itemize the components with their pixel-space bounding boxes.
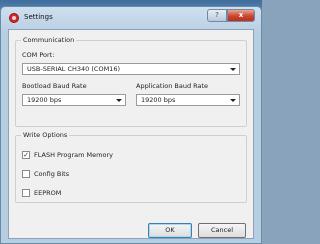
window-title: Settings [24, 13, 53, 21]
bootload-baud-label: Bootload Baud Rate [22, 82, 87, 90]
write-options-group: Write Options ✓ FLASH Program Memory Con… [15, 131, 247, 203]
help-button[interactable]: ? [207, 9, 227, 22]
close-button[interactable]: x [227, 9, 255, 22]
bootload-baud-select[interactable]: 19200 bps [22, 94, 126, 106]
flash-program-memory-label: FLASH Program Memory [34, 151, 113, 159]
communication-group: Communication COM Port: USB-SERIAL CH340… [15, 36, 247, 127]
com-port-select[interactable]: USB-SERIAL CH340 (COM16) [22, 63, 240, 75]
chevron-down-icon [116, 99, 122, 102]
com-port-label: COM Port: [22, 51, 55, 59]
settings-dialog: Settings ? x Communication COM Port: USB… [0, 6, 262, 244]
application-baud-select[interactable]: 19200 bps [136, 94, 240, 106]
ok-button[interactable]: OK [148, 223, 192, 238]
write-options-group-title: Write Options [21, 131, 70, 139]
eeprom-checkbox[interactable] [22, 189, 30, 197]
dialog-content: Communication COM Port: USB-SERIAL CH340… [8, 29, 254, 239]
flash-program-memory-checkbox[interactable]: ✓ [22, 151, 30, 159]
bootload-baud-value: 19200 bps [27, 96, 62, 104]
cancel-button[interactable]: Cancel [198, 223, 246, 238]
application-baud-label: Application Baud Rate [136, 82, 209, 90]
com-port-value: USB-SERIAL CH340 (COM16) [27, 65, 120, 73]
config-bits-label: Config Bits [34, 170, 70, 178]
microchip-logo-icon [9, 13, 19, 23]
chevron-down-icon [230, 68, 236, 71]
application-baud-value: 19200 bps [141, 96, 176, 104]
config-bits-checkbox[interactable] [22, 170, 30, 178]
title-bar[interactable]: Settings ? x [1, 7, 261, 29]
communication-group-title: Communication [21, 36, 77, 44]
chevron-down-icon [230, 99, 236, 102]
eeprom-label: EEPROM [34, 189, 62, 197]
